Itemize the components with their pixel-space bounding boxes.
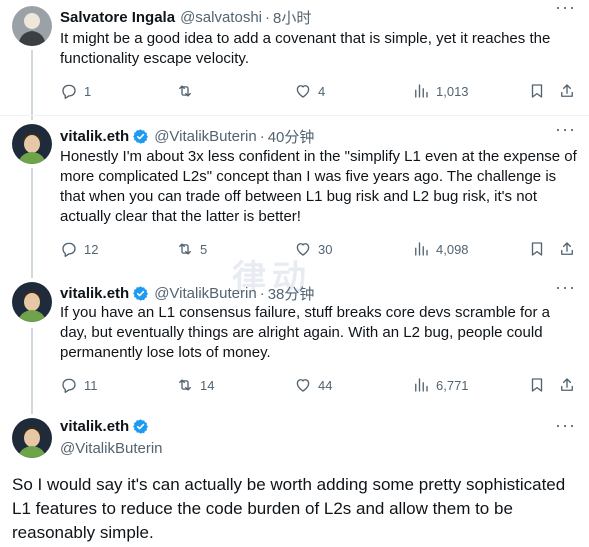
display-name[interactable]: vitalik.eth (60, 418, 129, 435)
bookmark-button[interactable] (528, 80, 546, 102)
retweet-button[interactable] (176, 80, 200, 102)
separator-dot: · (265, 8, 270, 26)
retweet-count: 5 (200, 241, 208, 257)
like-count: 30 (318, 241, 333, 257)
share-button[interactable] (558, 80, 576, 102)
timestamp[interactable]: 38分钟 (268, 283, 315, 304)
user-handle[interactable]: @VitalikButerin (154, 128, 257, 145)
share-button[interactable] (558, 374, 576, 396)
tweet-text: It might be a good idea to add a covenan… (60, 30, 551, 67)
retweet-button[interactable]: 14 (176, 374, 214, 396)
tweet-header: vitalik.eth @VitalikButerin · 40分钟 (60, 125, 314, 147)
view-count: 1,013 (436, 83, 469, 99)
views-chart-icon (415, 378, 428, 392)
reply-count: 1 (84, 83, 92, 99)
view-count: 4,098 (436, 241, 469, 257)
retweet-icon (179, 85, 191, 97)
tweet-actions: 11 14 44 6,771 (60, 374, 580, 396)
like-button[interactable]: 4 (294, 80, 325, 102)
like-button[interactable]: 30 (294, 238, 332, 260)
bookmark-icon (531, 378, 543, 392)
avatar-image (12, 282, 52, 322)
more-options-icon[interactable]: ··· (555, 120, 575, 142)
display-name[interactable]: vitalik.eth (60, 128, 129, 145)
heart-icon (296, 85, 310, 98)
verified-badge-icon (133, 128, 149, 144)
reply-icon (62, 84, 76, 99)
reply-button[interactable]: 1 (60, 80, 91, 102)
tweet[interactable]: vitalik.eth @VitalikButerin · 40分钟 ··· H… (0, 120, 589, 272)
heart-icon (296, 379, 310, 392)
like-count: 4 (318, 83, 326, 99)
heart-icon (296, 243, 310, 256)
main-tweet-text: So I would say it's can actually be wort… (12, 475, 566, 542)
avatar[interactable] (12, 418, 52, 458)
tweet-text: If you have an L1 consensus failure, stu… (60, 304, 550, 361)
more-options-icon[interactable]: ··· (555, 0, 575, 20)
retweet-icon (179, 243, 191, 255)
separator-dot: · (259, 127, 265, 145)
divider (0, 115, 589, 116)
main-author: vitalik.eth (60, 418, 149, 435)
retweet-icon (179, 379, 191, 391)
display-name[interactable]: vitalik.eth (60, 285, 129, 302)
share-icon (561, 378, 573, 391)
share-button[interactable] (558, 238, 576, 260)
separator-dot: · (259, 284, 265, 302)
reply-icon (62, 242, 76, 257)
bookmark-button[interactable] (528, 238, 546, 260)
avatar-image (12, 418, 52, 458)
avatar[interactable] (12, 282, 52, 322)
main-tweet: vitalik.eth @VitalikButerin ··· So I wou… (0, 410, 589, 547)
share-icon (561, 84, 573, 97)
bookmark-icon (531, 84, 543, 98)
timestamp[interactable]: 40分钟 (268, 126, 315, 147)
avatar-image (12, 124, 52, 164)
user-handle[interactable]: @VitalikButerin (154, 285, 257, 302)
user-handle[interactable]: @salvatoshi (180, 9, 262, 26)
reply-button[interactable]: 11 (60, 374, 98, 396)
views-button[interactable]: 1,013 (412, 80, 469, 102)
tweet-actions: 1 4 1,013 (60, 80, 580, 102)
reply-icon (62, 378, 76, 393)
tweet[interactable]: vitalik.eth @VitalikButerin · 38分钟 ··· I… (0, 278, 589, 400)
view-count: 6,771 (436, 377, 469, 393)
display-name[interactable]: Salvatore Ingala (60, 9, 175, 26)
tweet-text: Honestly I'm about 3x less confident in … (60, 148, 577, 225)
avatar[interactable] (12, 124, 52, 164)
views-button[interactable]: 4,098 (412, 238, 469, 260)
verified-badge-icon (133, 285, 149, 301)
more-options-icon[interactable]: ··· (555, 278, 575, 300)
tweet[interactable]: Salvatore Ingala @salvatoshi · 8小时 ··· I… (0, 0, 589, 115)
avatar-image (12, 6, 52, 46)
more-options-icon[interactable]: ··· (555, 416, 575, 438)
reply-button[interactable]: 12 (60, 238, 98, 260)
reply-count: 11 (84, 377, 98, 393)
reply-count: 12 (84, 241, 99, 257)
retweet-count: 14 (200, 377, 215, 393)
timestamp[interactable]: 8小时 (273, 7, 311, 28)
like-count: 44 (318, 377, 333, 393)
tweet-header: vitalik.eth @VitalikButerin · 38分钟 (60, 282, 314, 304)
avatar[interactable] (12, 6, 52, 46)
bookmark-icon (531, 242, 543, 256)
share-icon (561, 242, 573, 255)
views-chart-icon (415, 84, 428, 98)
views-chart-icon (415, 242, 428, 256)
retweet-button[interactable]: 5 (176, 238, 207, 260)
like-button[interactable]: 44 (294, 374, 332, 396)
user-handle[interactable]: @VitalikButerin (60, 440, 163, 457)
tweet-actions: 12 5 30 4,098 (60, 238, 580, 260)
views-button[interactable]: 6,771 (412, 374, 469, 396)
verified-badge-icon (133, 419, 149, 434)
tweet-header: Salvatore Ingala @salvatoshi · 8小时 (60, 6, 311, 28)
bookmark-button[interactable] (528, 374, 546, 396)
